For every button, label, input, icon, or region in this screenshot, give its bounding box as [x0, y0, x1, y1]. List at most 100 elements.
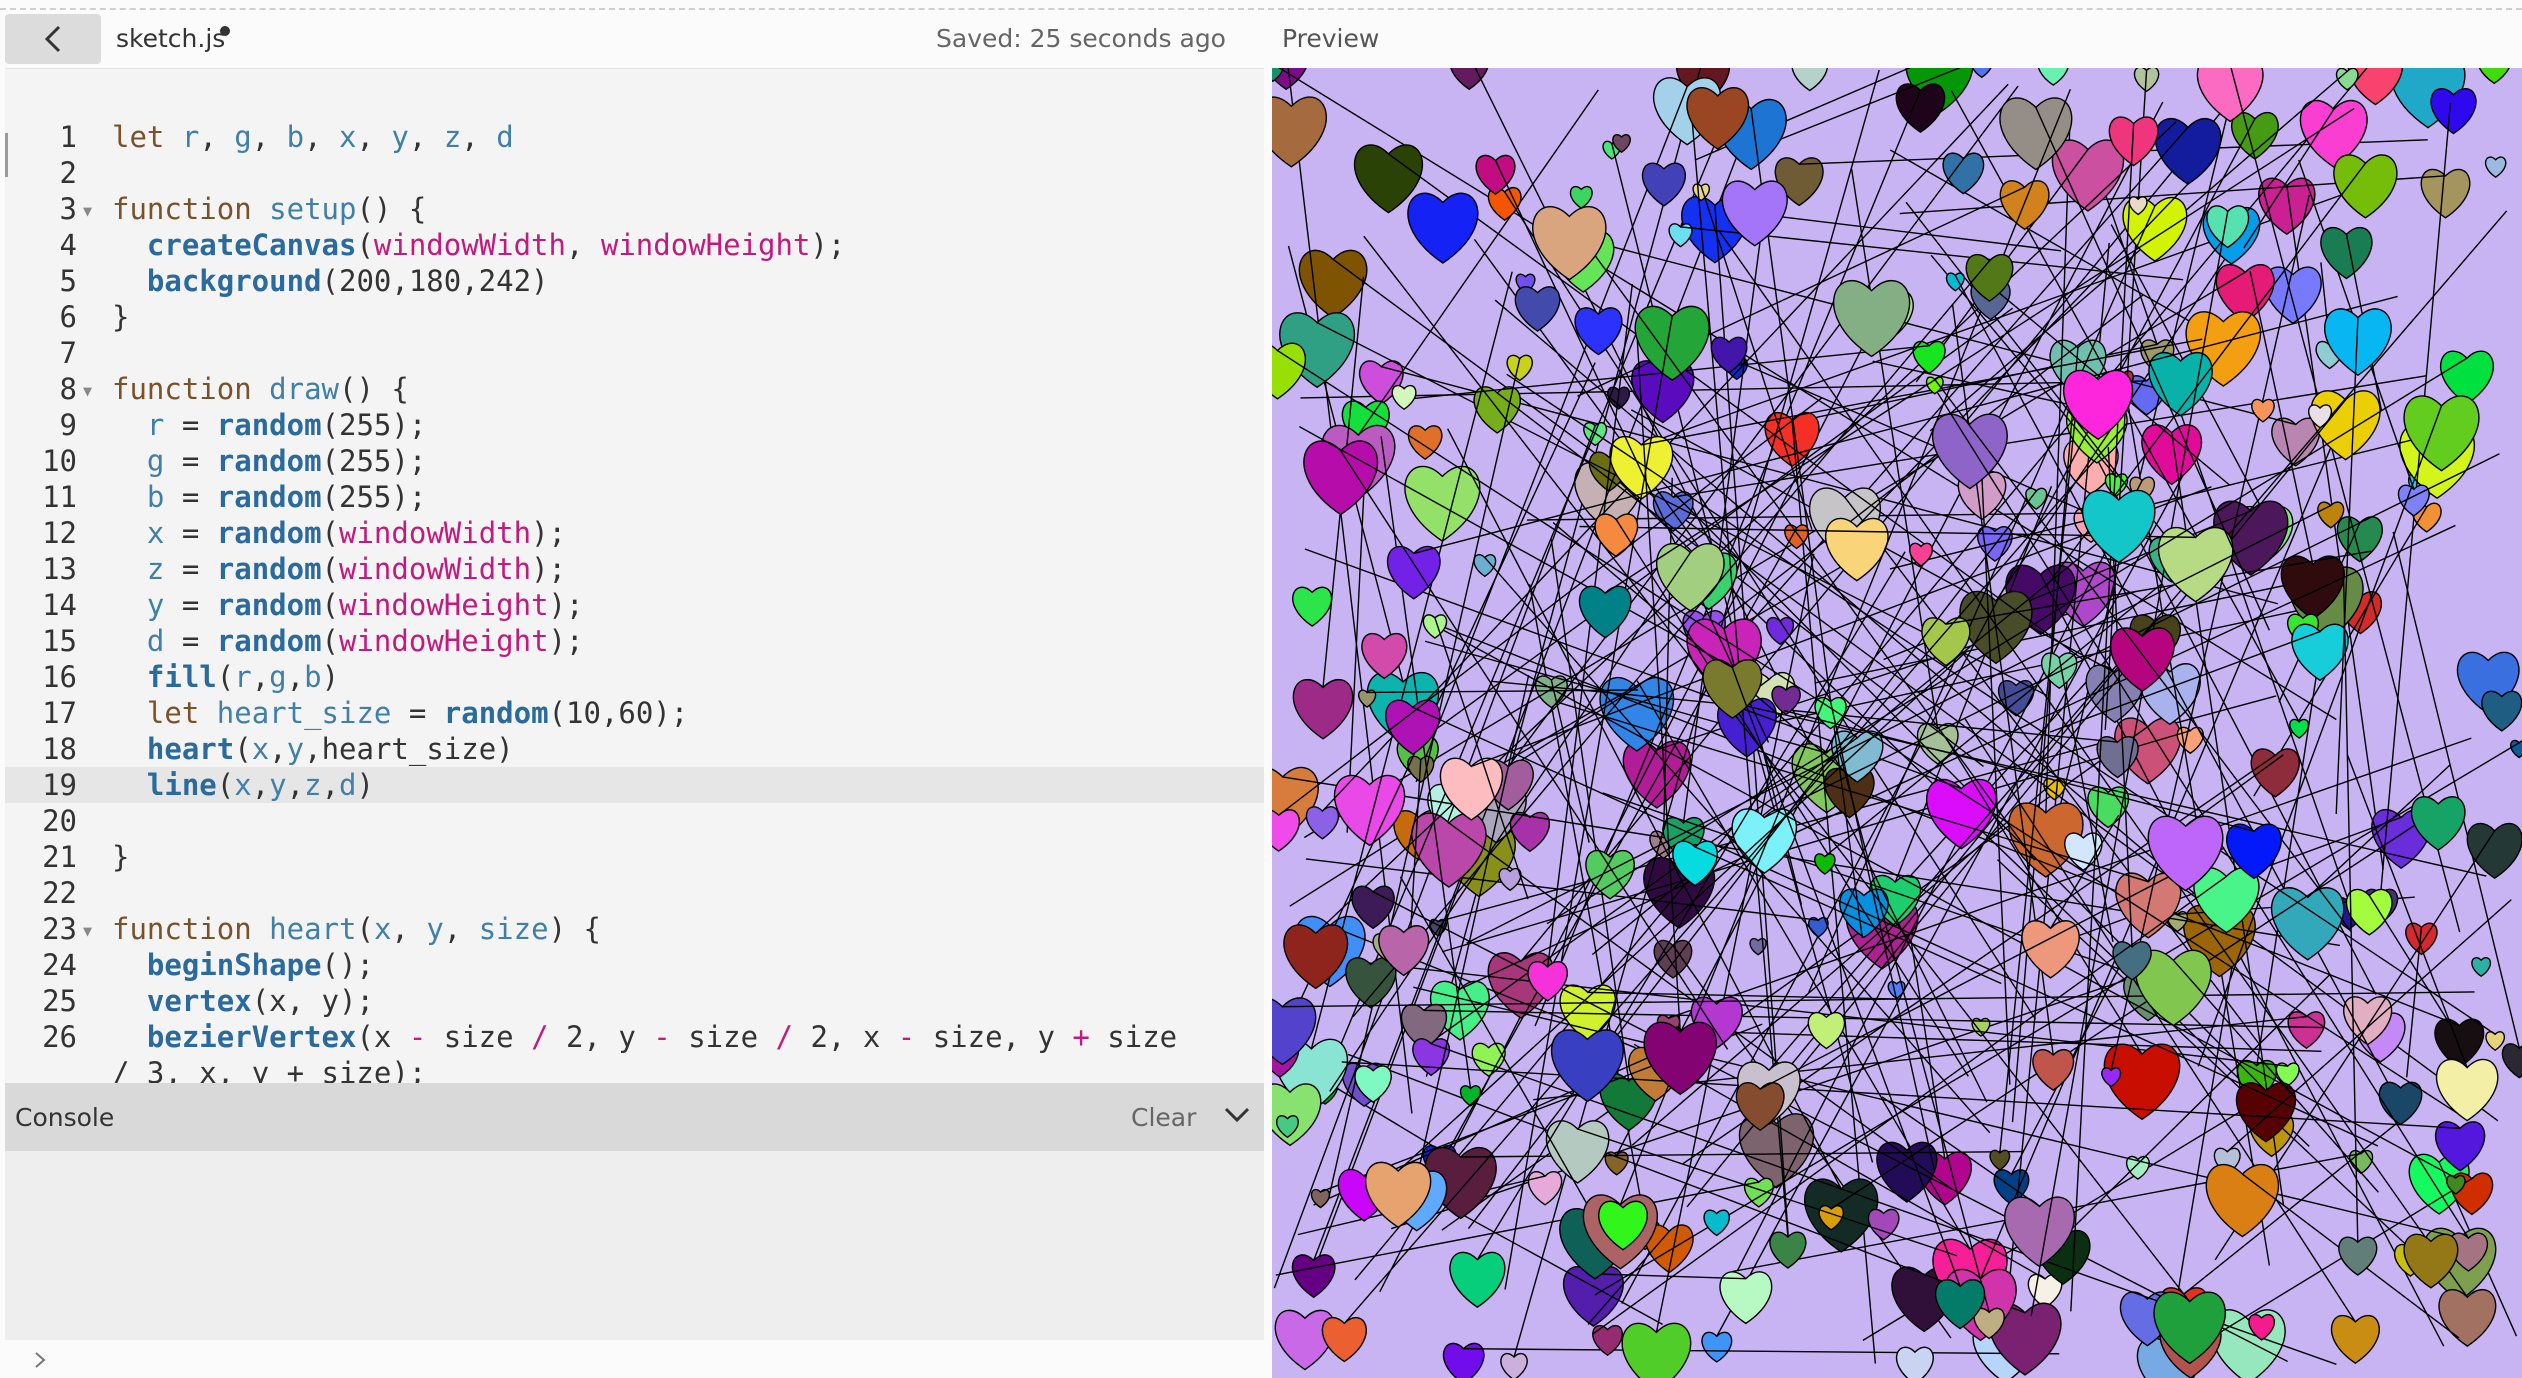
code-line[interactable]: 15 d = random(windowHeight);: [5, 623, 1264, 659]
line-number: 8: [59, 372, 77, 406]
heart-shape: [2439, 350, 2494, 405]
fold-toggle-icon[interactable]: ▼: [83, 193, 92, 229]
code-line[interactable]: 23 ▼ function heart(x, y, size) {: [5, 911, 1264, 947]
heart-shape: [2032, 1049, 2075, 1092]
code-text[interactable]: / 3, x, y + size);: [112, 1055, 426, 1084]
console-header: Console Clear: [5, 1083, 1264, 1151]
code-line[interactable]: 26 bezierVertex(x - size / 2, y - size /…: [5, 1019, 1264, 1055]
code-line[interactable]: 3 ▼ function setup() {: [5, 191, 1264, 227]
fold-toggle-icon[interactable]: ▼: [83, 373, 92, 409]
code-text[interactable]: function heart(x, y, size) {: [112, 911, 601, 947]
code-text[interactable]: x = random(windowWidth);: [112, 515, 566, 551]
chevron-right-icon: [35, 1352, 46, 1368]
code-text[interactable]: b = random(255);: [112, 479, 426, 515]
preview-canvas[interactable]: [1272, 68, 2522, 1378]
code-line[interactable]: 16 fill(r,g,b): [5, 659, 1264, 695]
heart-shape: [2037, 68, 2069, 86]
line-number: 3: [59, 192, 77, 226]
code-text[interactable]: }: [112, 839, 129, 875]
code-line[interactable]: 18 heart(x,y,heart_size): [5, 731, 1264, 767]
code-line[interactable]: 19 line(x,y,z,d): [5, 767, 1264, 803]
code-line[interactable]: 14 y = random(windowHeight);: [5, 587, 1264, 623]
code-line[interactable]: / 3, x, y + size);: [5, 1055, 1264, 1084]
console-output: [5, 1151, 1264, 1340]
code-text[interactable]: d = random(windowHeight);: [112, 623, 584, 659]
code-text[interactable]: bezierVertex(x - size / 2, y - size / 2,…: [112, 1019, 1177, 1055]
code-line[interactable]: 24 beginShape();: [5, 947, 1264, 983]
heart-shape: [1449, 1251, 1506, 1308]
code-line[interactable]: 13 z = random(windowWidth);: [5, 551, 1264, 587]
heart-shape: [2330, 1314, 2380, 1365]
code-line[interactable]: 11 b = random(255);: [5, 479, 1264, 515]
line-number: 19: [42, 768, 77, 802]
back-button[interactable]: [5, 14, 101, 64]
code-text[interactable]: y = random(windowHeight);: [112, 587, 584, 623]
console-collapse-button[interactable]: [1223, 1105, 1251, 1129]
line-number: 22: [42, 876, 77, 910]
heart-shape: [2291, 623, 2349, 682]
code-text[interactable]: r = random(255);: [112, 407, 426, 443]
code-text[interactable]: let r, g, b, x, y, z, d: [112, 119, 514, 155]
code-text[interactable]: function draw() {: [112, 371, 409, 407]
line-shape: [1463, 1348, 2060, 1355]
code-line[interactable]: 4 createCanvas(windowWidth, windowHeight…: [5, 227, 1264, 263]
code-text[interactable]: g = random(255);: [112, 443, 426, 479]
code-line[interactable]: 2: [5, 155, 1264, 191]
code-text[interactable]: z = random(windowWidth);: [112, 551, 566, 587]
heart-shape: [1999, 180, 2050, 231]
code-lines[interactable]: 1 let r, g, b, x, y, z, d 2 3 ▼ function setu…: [5, 119, 1264, 1084]
preview-drawing: [1272, 68, 2522, 1378]
unsaved-indicator: [220, 26, 230, 36]
code-line[interactable]: 17 let heart_size = random(10,60);: [5, 695, 1264, 731]
fold-toggle-icon[interactable]: ▼: [83, 913, 92, 949]
code-line[interactable]: 9 r = random(255);: [5, 407, 1264, 443]
code-line[interactable]: 12 x = random(windowWidth);: [5, 515, 1264, 551]
heart-shape: [1292, 586, 1333, 627]
heart-shape: [1641, 162, 1686, 207]
sketch-preview[interactable]: [1272, 68, 2522, 1378]
code-text[interactable]: function setup() {: [112, 191, 426, 227]
heart-shape: [1272, 342, 1307, 400]
line-number: 17: [42, 696, 77, 730]
code-line[interactable]: 25 vertex(x, y);: [5, 983, 1264, 1019]
line-number: 16: [42, 660, 77, 694]
heart-shape: [2436, 1058, 2499, 1122]
code-line[interactable]: 6}: [5, 299, 1264, 335]
code-text[interactable]: line(x,y,z,d): [112, 767, 374, 803]
line-number: 21: [42, 840, 77, 874]
code-line[interactable]: 20: [5, 803, 1264, 839]
line-number: 14: [42, 588, 77, 622]
heart-shape: [1921, 617, 1971, 667]
code-line[interactable]: 5 background(200,180,242): [5, 263, 1264, 299]
console-input[interactable]: [5, 1340, 1264, 1378]
line-number: 26: [42, 1020, 77, 1054]
code-text[interactable]: fill(r,g,b): [112, 659, 339, 695]
code-text[interactable]: background(200,180,242): [112, 263, 549, 299]
console-clear-button[interactable]: Clear: [1131, 1103, 1196, 1132]
heart-shape: [2196, 68, 2264, 123]
file-tab-name[interactable]: sketch.js: [116, 24, 225, 53]
code-line[interactable]: 1 let r, g, b, x, y, z, d: [5, 119, 1264, 155]
heart-shape: [1500, 1352, 1528, 1378]
heart-shape: [1272, 1083, 1322, 1147]
heart-shape: [2485, 1031, 2505, 1052]
code-text[interactable]: }: [112, 299, 129, 335]
code-line[interactable]: 7: [5, 335, 1264, 371]
code-line[interactable]: 22: [5, 875, 1264, 911]
code-text[interactable]: heart(x,y,heart_size): [112, 731, 514, 767]
code-text[interactable]: beginShape();: [112, 947, 374, 983]
code-editor[interactable]: 1 let r, g, b, x, y, z, d 2 3 ▼ function setu…: [5, 68, 1264, 1084]
code-line[interactable]: 10 g = random(255);: [5, 443, 1264, 479]
heart-shape: [1574, 307, 1623, 356]
line-number: 6: [59, 300, 77, 334]
line-number: 15: [42, 624, 77, 658]
code-text[interactable]: vertex(x, y);: [112, 983, 374, 1019]
code-text[interactable]: createCanvas(windowWidth, windowHeight);: [112, 227, 845, 263]
code-line[interactable]: 21}: [5, 839, 1264, 875]
line-number: 10: [42, 444, 77, 478]
code-line[interactable]: 8 ▼ function draw() {: [5, 371, 1264, 407]
line-number: 12: [42, 516, 77, 550]
heart-shape: [2338, 1236, 2378, 1276]
heart-shape: [2378, 1081, 2423, 1126]
code-text[interactable]: let heart_size = random(10,60);: [112, 695, 688, 731]
